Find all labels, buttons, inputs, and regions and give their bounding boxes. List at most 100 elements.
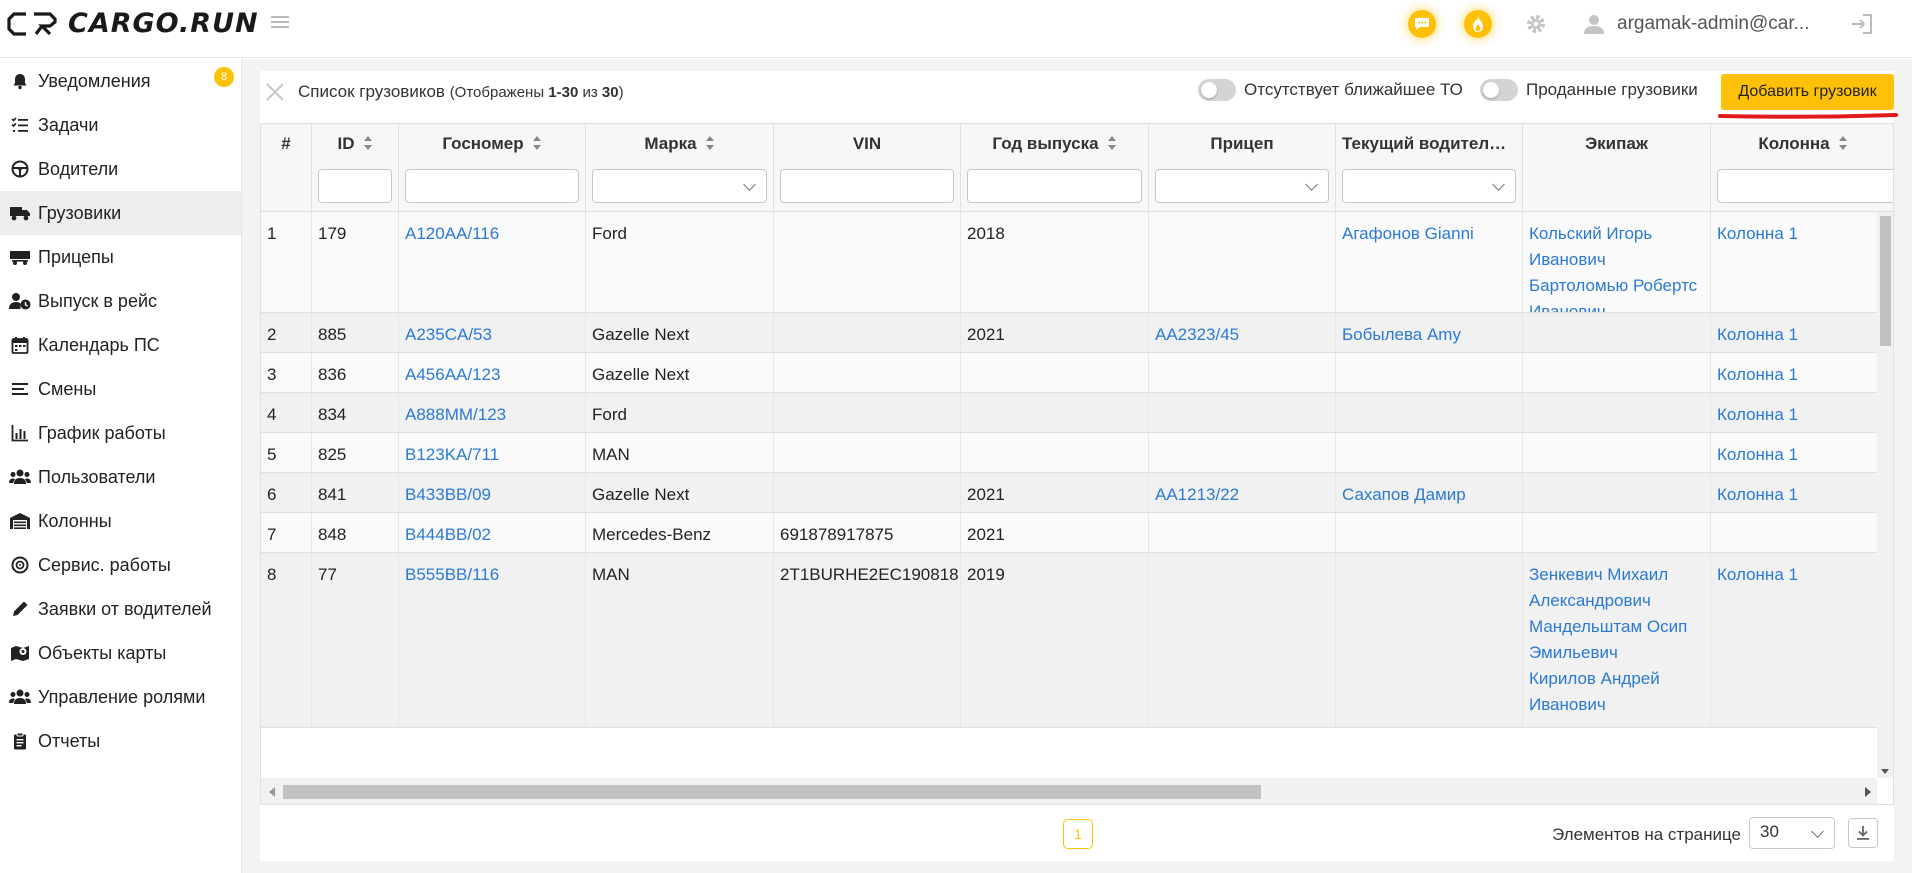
user-name[interactable]: argamak-admin@car... xyxy=(1617,13,1809,35)
plate-link[interactable]: A888MM/123 xyxy=(405,402,579,428)
scroll-left-icon[interactable] xyxy=(269,787,275,797)
plate-link[interactable]: B555BB/116 xyxy=(405,562,579,588)
column-link[interactable]: Колонна 1 xyxy=(1717,402,1871,428)
table-row[interactable]: 2 885 A235CA/53 Gazelle Next 2021 AA2323/45 Бо… xyxy=(261,313,1877,353)
crew-member-link[interactable]: Иванович xyxy=(1529,247,1704,273)
sort-icon[interactable] xyxy=(532,135,542,151)
trailer-link[interactable]: AA1213/22 xyxy=(1155,482,1329,508)
col-header-year[interactable]: Год выпуска xyxy=(961,124,1149,212)
per-page-select[interactable]: 30 xyxy=(1749,817,1835,849)
table-row[interactable]: 4 834 A888MM/123 Ford Колонна 1 xyxy=(261,393,1877,433)
filter-brand-select[interactable] xyxy=(592,169,767,203)
vertical-scrollbar[interactable] xyxy=(1877,212,1893,778)
sidebar-item-service[interactable]: Сервис. работы xyxy=(0,543,241,587)
sidebar-item-map-objects[interactable]: Объекты карты xyxy=(0,631,241,675)
gear-icon[interactable] xyxy=(1522,10,1550,38)
driver-link[interactable]: Агафонов Gianni xyxy=(1342,221,1516,247)
sort-icon[interactable] xyxy=(1107,135,1117,151)
table-row[interactable]: 5 825 B123KA/711 MAN Колонна 1 xyxy=(261,433,1877,473)
plate-link[interactable]: A120AA/116 xyxy=(405,221,579,247)
user-icon[interactable] xyxy=(1580,10,1608,38)
truck-icon xyxy=(9,202,31,224)
col-header-brand[interactable]: Марка xyxy=(586,124,774,212)
filter-year-input[interactable] xyxy=(967,169,1142,203)
logout-icon[interactable] xyxy=(1849,12,1875,36)
crew-member-link[interactable]: Кирилов Андрей xyxy=(1529,666,1704,692)
sidebar-item-users[interactable]: Пользователи xyxy=(0,455,241,499)
driver-link[interactable]: Сахапов Дамир xyxy=(1342,482,1516,508)
crew-member-link[interactable]: Бартоломью Робертс xyxy=(1529,273,1704,299)
sidebar-item-driver-requests[interactable]: Заявки от водителей xyxy=(0,587,241,631)
close-icon[interactable] xyxy=(264,81,286,103)
table-row[interactable]: 3 836 A456AA/123 Gazelle Next Колонна 1 xyxy=(261,353,1877,393)
sidebar-item-notifications[interactable]: Уведомления 8 xyxy=(0,59,241,103)
sidebar-item-drivers[interactable]: Водители xyxy=(0,147,241,191)
column-link[interactable]: Колонна 1 xyxy=(1717,482,1871,508)
toggle-no-maintenance[interactable]: Отсутствует ближайшее ТО xyxy=(1198,79,1463,101)
filter-driver-select[interactable] xyxy=(1342,169,1516,203)
column-link[interactable]: Колонна 1 xyxy=(1717,362,1871,388)
column-link[interactable]: Колонна 1 xyxy=(1717,322,1871,348)
plate-link[interactable]: A235CA/53 xyxy=(405,322,579,348)
driver-link[interactable]: Бобылева Amy xyxy=(1342,322,1516,348)
chat-icon[interactable] xyxy=(1408,10,1436,38)
sort-icon[interactable] xyxy=(363,135,373,151)
filter-column-select[interactable] xyxy=(1717,169,1893,203)
sidebar-item-reports[interactable]: Отчеты xyxy=(0,719,241,763)
table-row[interactable]: 1 179 A120AA/116 Ford 2018 Агафонов Gianni Кол… xyxy=(261,212,1877,313)
toggle-switch[interactable] xyxy=(1480,79,1518,101)
col-header-column[interactable]: Колонна xyxy=(1711,124,1893,212)
sidebar-item-dispatch[interactable]: Выпуск в рейс xyxy=(0,279,241,323)
add-truck-button[interactable]: Добавить грузовик xyxy=(1721,74,1894,110)
plate-link[interactable]: B444BB/02 xyxy=(405,522,579,548)
toggle-sold-trucks[interactable]: Проданные грузовики xyxy=(1480,79,1698,101)
filter-trailer-select[interactable] xyxy=(1155,169,1329,203)
filter-id-input[interactable] xyxy=(318,169,392,203)
horizontal-scrollbar[interactable] xyxy=(261,778,1877,804)
scroll-down-icon[interactable] xyxy=(1881,769,1889,774)
sidebar-item-trucks[interactable]: Грузовики xyxy=(0,191,241,235)
sort-icon[interactable] xyxy=(1838,135,1848,151)
table-row[interactable]: 8 77 B555BB/116 MAN 2T1BURHE2EC190818 2019 Зен… xyxy=(261,553,1877,728)
sidebar-item-roles[interactable]: Управление ролями xyxy=(0,675,241,719)
table-row[interactable]: 7 848 B444BB/02 Mercedes-Benz 691878917875 20… xyxy=(261,513,1877,553)
vertical-scrollbar-thumb[interactable] xyxy=(1880,216,1891,346)
sidebar-item-tasks[interactable]: Задачи xyxy=(0,103,241,147)
horizontal-scrollbar-thumb[interactable] xyxy=(283,785,1261,799)
sidebar-item-shifts[interactable]: Смены xyxy=(0,367,241,411)
download-button[interactable] xyxy=(1848,818,1878,848)
col-header-id[interactable]: ID xyxy=(312,124,399,212)
fire-icon[interactable] xyxy=(1464,10,1492,38)
sort-icon[interactable] xyxy=(705,135,715,151)
sidebar-item-label: Отчеты xyxy=(38,730,101,751)
crew-member-link[interactable]: Мандельштам Осип xyxy=(1529,614,1704,640)
crew-member-link[interactable]: Иванович xyxy=(1529,299,1704,312)
crew-member-link[interactable]: Кольский Игорь xyxy=(1529,221,1704,247)
table-row[interactable]: 6 841 B433BB/09 Gazelle Next 2021 AA1213/22 Са… xyxy=(261,473,1877,513)
column-link[interactable]: Колонна 1 xyxy=(1717,221,1871,247)
plate-link[interactable]: B123KA/711 xyxy=(405,442,579,468)
crew-member-link[interactable]: Эмильевич xyxy=(1529,640,1704,666)
plate-link[interactable]: B433BB/09 xyxy=(405,482,579,508)
plate-link[interactable]: A456AA/123 xyxy=(405,362,579,388)
cell-id: 179 xyxy=(312,212,399,312)
sidebar-item-label: Колонны xyxy=(38,510,112,531)
column-link[interactable]: Колонна 1 xyxy=(1717,562,1871,588)
crew-member-link[interactable]: Александрович xyxy=(1529,588,1704,614)
column-link[interactable]: Колонна 1 xyxy=(1717,442,1871,468)
scroll-right-icon[interactable] xyxy=(1865,787,1871,797)
menu-burger-icon[interactable] xyxy=(270,12,290,32)
col-header-plate[interactable]: Госномер xyxy=(399,124,586,212)
sidebar-item-columns[interactable]: Колонны xyxy=(0,499,241,543)
logo[interactable]: CARGO.RUN xyxy=(6,8,259,39)
sidebar-item-trailers[interactable]: Прицепы xyxy=(0,235,241,279)
crew-member-link[interactable]: Иванович xyxy=(1529,692,1704,718)
crew-member-link[interactable]: Зенкевич Михаил xyxy=(1529,562,1704,588)
toggle-switch[interactable] xyxy=(1198,79,1236,101)
page-button-1[interactable]: 1 xyxy=(1063,819,1093,849)
trailer-link[interactable]: AA2323/45 xyxy=(1155,322,1329,348)
sidebar-item-schedule[interactable]: График работы xyxy=(0,411,241,455)
sidebar-item-calendar[interactable]: Календарь ПС xyxy=(0,323,241,367)
filter-plate-input[interactable] xyxy=(405,169,579,203)
filter-vin-input[interactable] xyxy=(780,169,954,203)
